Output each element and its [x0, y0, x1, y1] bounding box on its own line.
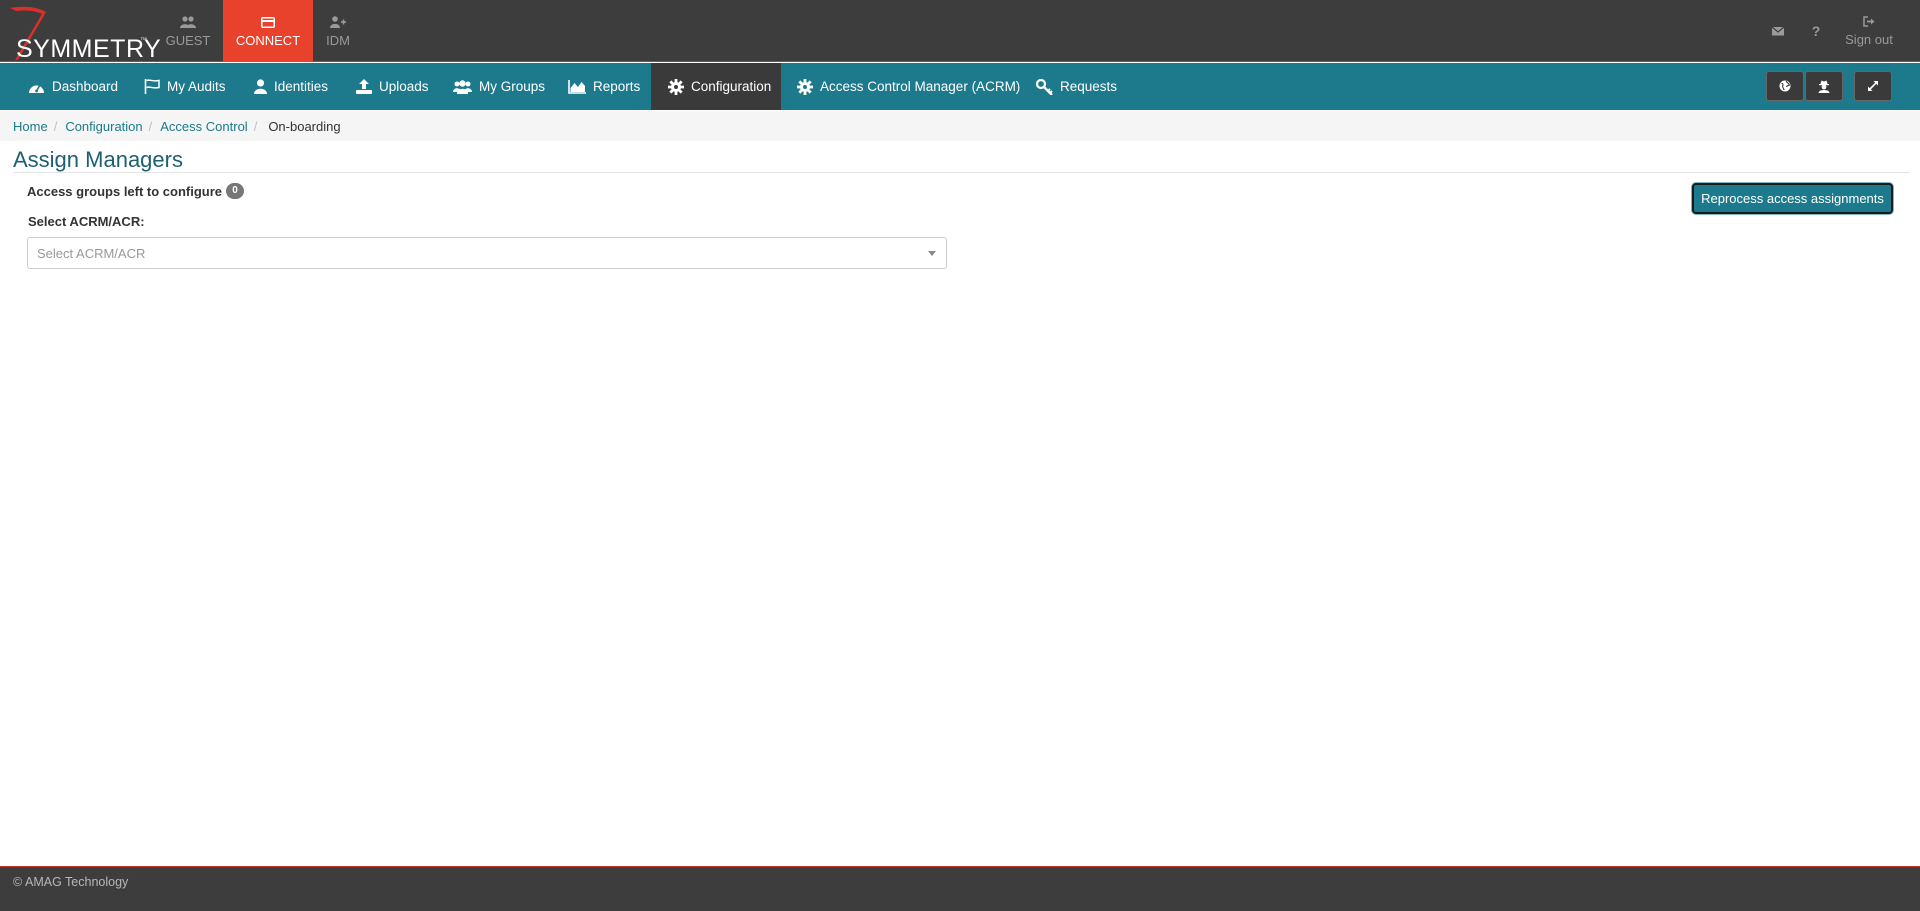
gear-icon: [797, 78, 813, 95]
breadcrumb-access-control[interactable]: Access Control: [160, 119, 247, 134]
users-icon: [180, 14, 196, 30]
upload-icon: [356, 79, 372, 94]
nav-label: My Groups: [479, 79, 546, 94]
groups-left-label: Access groups left to configure: [27, 183, 223, 199]
flag-icon: [144, 79, 160, 94]
nav-dashboard[interactable]: Dashboard: [28, 63, 118, 110]
select-acrm-dropdown[interactable]: Select ACRM/ACR: [27, 237, 947, 269]
groups-left-info: Access groups left to configure 0: [27, 183, 245, 199]
main-nav: Dashboard My Audits Identities Uploads M…: [0, 63, 1920, 110]
nav-reports[interactable]: Reports: [568, 63, 640, 110]
nav-requests[interactable]: Requests: [1036, 63, 1117, 110]
globe-icon: [1779, 80, 1791, 92]
groups-left-badge: 0: [226, 183, 245, 199]
help-button[interactable]: ?: [1806, 0, 1826, 62]
symmetry-logo[interactable]: SYMMETRY ™: [6, 4, 161, 63]
nav-configuration[interactable]: Configuration: [651, 63, 781, 110]
breadcrumb-separator: /: [253, 118, 258, 134]
privacy-button[interactable]: [1805, 71, 1843, 101]
nav-label: Uploads: [379, 79, 429, 94]
expand-icon: [1868, 81, 1878, 91]
nav-label: Configuration: [691, 79, 772, 94]
user-icon: [254, 79, 267, 94]
app-tab-idm[interactable]: IDM: [318, 0, 358, 62]
select-acrm-label: Select ACRM/ACR:: [28, 214, 145, 229]
app-tab-label: GUEST: [165, 33, 211, 48]
nav-label: Access Control Manager (ACRM): [820, 79, 1021, 94]
caret-down-icon: [928, 251, 936, 256]
sign-out-label: Sign out: [1845, 32, 1893, 47]
nav-my-groups[interactable]: My Groups: [453, 63, 545, 110]
nav-uploads[interactable]: Uploads: [356, 63, 429, 110]
nav-label: Reports: [593, 79, 641, 94]
app-tab-connect[interactable]: CONNECT: [223, 0, 313, 62]
nav-identities[interactable]: Identities: [254, 63, 328, 110]
breadcrumb-home[interactable]: Home: [13, 119, 48, 134]
nav-label: Identities: [274, 79, 329, 94]
envelope-icon: [1771, 24, 1785, 39]
gear-icon: [668, 78, 684, 95]
help-icon: ?: [1811, 23, 1821, 39]
app-tab-label: CONNECT: [235, 33, 301, 48]
breadcrumb-separator: /: [148, 118, 153, 134]
select-acrm-placeholder: Select ACRM/ACR: [37, 246, 146, 261]
card-icon: [261, 14, 275, 30]
sign-out-icon: [1863, 15, 1875, 29]
breadcrumb-current: On-boarding: [268, 118, 341, 134]
dashboard-icon: [29, 84, 44, 93]
globe-button[interactable]: [1766, 71, 1804, 101]
nav-access-control-manager[interactable]: Access Control Manager (ACRM): [797, 63, 1020, 110]
copyright-text: © AMAG Technology: [13, 875, 129, 889]
nav-label: My Audits: [167, 79, 226, 94]
footer: © AMAG Technology: [0, 866, 1920, 911]
nav-my-audits[interactable]: My Audits: [144, 63, 226, 110]
nav-label: Dashboard: [52, 79, 119, 94]
app-tab-label: IDM: [326, 33, 350, 48]
sign-out-button[interactable]: Sign out: [1840, 0, 1898, 62]
app-tab-guest[interactable]: GUEST: [160, 0, 216, 62]
reprocess-access-assignments-button[interactable]: Reprocess access assignments: [1692, 183, 1893, 214]
brand-trademark: ™: [140, 37, 147, 44]
area-chart-icon: [568, 79, 586, 94]
user-plus-icon: [330, 14, 346, 30]
top-bar: SYMMETRY ™ GUEST CONNECT IDM ? Sign out: [0, 0, 1920, 63]
page-title: Assign Managers: [13, 147, 183, 172]
user-secret-icon: [1818, 80, 1830, 93]
fullscreen-button[interactable]: [1854, 71, 1892, 101]
mail-button[interactable]: [1768, 0, 1788, 62]
users-icon: [453, 79, 472, 94]
nav-label: Requests: [1060, 79, 1118, 94]
key-icon: [1036, 78, 1053, 95]
title-divider: [13, 172, 1910, 173]
breadcrumb: Home / Configuration / Access Control / On-…: [0, 111, 1920, 141]
breadcrumb-separator: /: [53, 118, 58, 134]
breadcrumb-configuration[interactable]: Configuration: [65, 119, 142, 134]
